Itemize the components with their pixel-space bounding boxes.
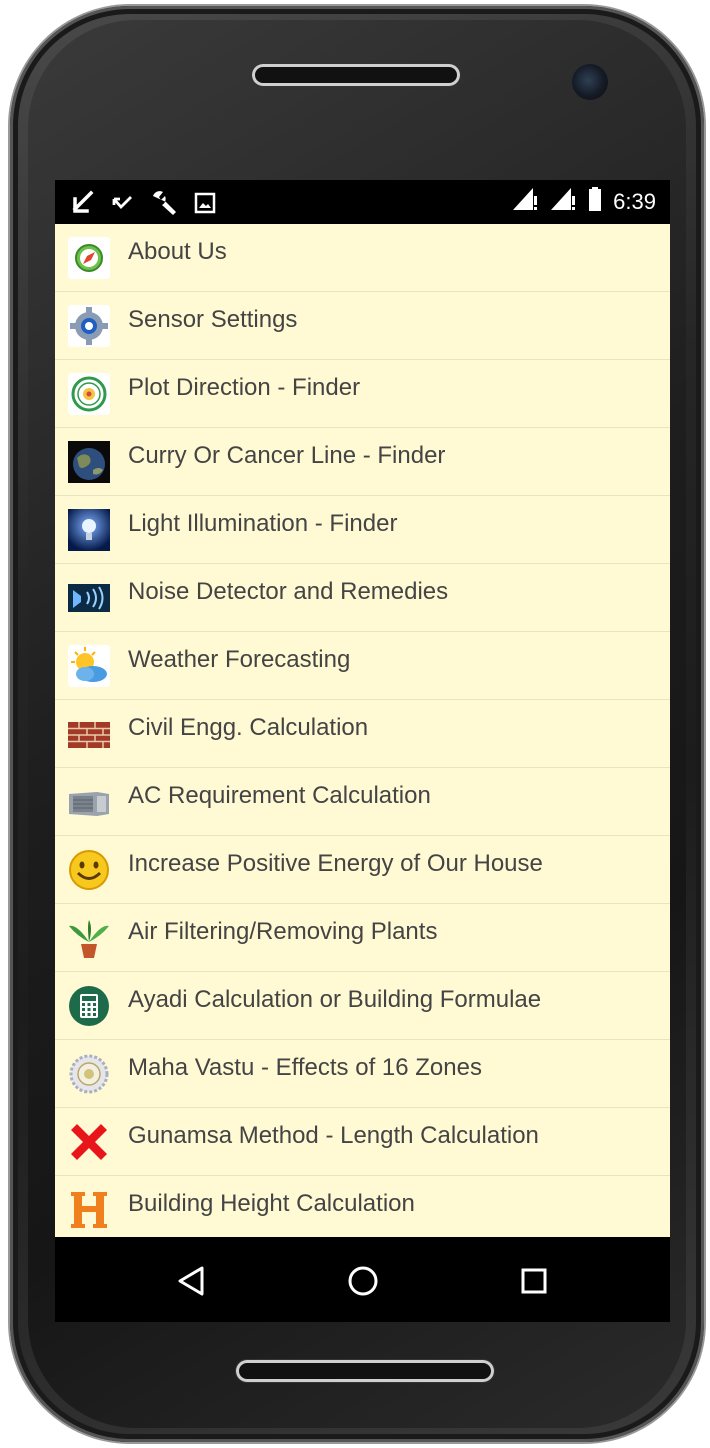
menu-list[interactable]: About Us Sensor Settings Plot Direction …	[55, 224, 670, 1237]
menu-item-air-filtering-plants[interactable]: Air Filtering/Removing Plants	[55, 904, 670, 972]
globe-icon	[67, 440, 111, 484]
menu-item-label: Sensor Settings	[128, 306, 298, 333]
calculator-icon	[67, 984, 111, 1028]
home-icon[interactable]	[343, 1261, 383, 1301]
menu-item-ac-requirement[interactable]: AC Requirement Calculation	[55, 768, 670, 836]
earpiece-speaker	[252, 64, 460, 86]
menu-item-sensor-settings[interactable]: Sensor Settings	[55, 292, 670, 360]
menu-item-weather-forecasting[interactable]: Weather Forecasting	[55, 632, 670, 700]
signal-icon	[511, 186, 539, 217]
image-icon	[193, 191, 217, 220]
menu-item-label: Gunamsa Method - Length Calculation	[128, 1122, 539, 1149]
letter-h-icon	[67, 1188, 111, 1232]
plant-icon	[67, 916, 111, 960]
menu-item-label: Light Illumination - Finder	[128, 510, 398, 537]
sun-cloud-icon	[67, 644, 111, 688]
menu-item-gunamsa-method[interactable]: Gunamsa Method - Length Calculation	[55, 1108, 670, 1176]
compass-dial-icon	[67, 372, 111, 416]
smiley-icon	[67, 848, 111, 892]
menu-item-label: Curry Or Cancer Line - Finder	[128, 442, 446, 469]
battery-icon	[587, 186, 603, 217]
menu-item-label: AC Requirement Calculation	[128, 782, 431, 809]
wrench-icon	[149, 188, 179, 223]
download-arrow-icon	[69, 189, 97, 222]
menu-item-maha-vastu[interactable]: Maha Vastu - Effects of 16 Zones	[55, 1040, 670, 1108]
menu-item-about-us[interactable]: About Us	[55, 224, 670, 292]
menu-item-noise-detector[interactable]: Noise Detector and Remedies	[55, 564, 670, 632]
menu-item-label: Weather Forecasting	[128, 646, 351, 673]
bottom-speaker	[236, 1360, 494, 1382]
menu-item-label: About Us	[128, 238, 227, 265]
red-cross-icon	[67, 1120, 111, 1164]
vastu-chakra-icon	[67, 1052, 111, 1096]
menu-item-curry-cancer-line-finder[interactable]: Curry Or Cancer Line - Finder	[55, 428, 670, 496]
screen: 6:39 About Us Sensor Settings Plot Direc…	[55, 180, 670, 1322]
menu-item-label: Maha Vastu - Effects of 16 Zones	[128, 1054, 482, 1081]
menu-item-light-illumination-finder[interactable]: Light Illumination - Finder	[55, 496, 670, 564]
clock: 6:39	[613, 188, 656, 214]
sound-wave-icon	[67, 576, 111, 620]
menu-item-label: Civil Engg. Calculation	[128, 714, 369, 741]
menu-item-label: Ayadi Calculation or Building Formulae	[128, 986, 542, 1013]
navigation-bar	[55, 1237, 670, 1322]
menu-item-building-height[interactable]: Building Height Calculation	[55, 1176, 670, 1237]
front-camera	[572, 64, 608, 100]
recents-icon[interactable]	[514, 1261, 554, 1301]
missed-call-icon	[111, 191, 135, 220]
air-conditioner-icon	[67, 780, 111, 824]
menu-item-label: Increase Positive Energy of Our House	[128, 850, 543, 877]
menu-item-civil-engg-calculation[interactable]: Civil Engg. Calculation	[55, 700, 670, 768]
light-bulb-icon	[67, 508, 111, 552]
menu-item-plot-direction-finder[interactable]: Plot Direction - Finder	[55, 360, 670, 428]
menu-item-label: Plot Direction - Finder	[128, 374, 361, 401]
compass-icon	[67, 236, 111, 280]
signal-icon	[549, 186, 577, 217]
menu-item-ayadi-calculation[interactable]: Ayadi Calculation or Building Formulae	[55, 972, 670, 1040]
menu-item-label: Air Filtering/Removing Plants	[128, 918, 438, 945]
back-icon[interactable]	[171, 1261, 211, 1301]
menu-item-label: Building Height Calculation	[128, 1190, 415, 1217]
menu-item-increase-positive-energy[interactable]: Increase Positive Energy of Our House	[55, 836, 670, 904]
gear-icon	[67, 304, 111, 348]
menu-item-label: Noise Detector and Remedies	[128, 578, 449, 605]
brick-wall-icon	[67, 712, 111, 756]
status-bar: 6:39	[55, 180, 670, 224]
